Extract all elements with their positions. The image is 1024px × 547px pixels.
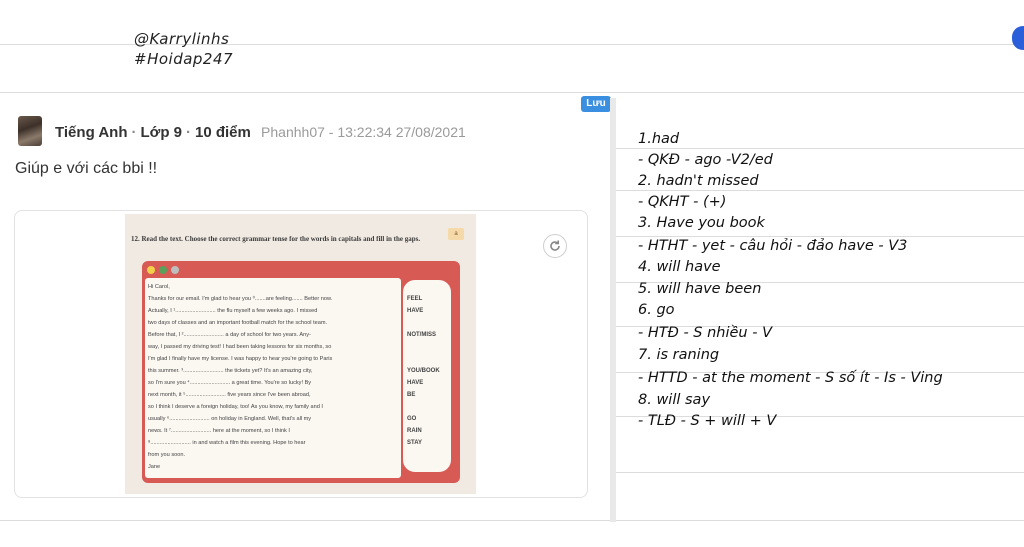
answer-line: - HTTD - at the moment - S số ít - Is - … [638, 370, 943, 386]
letter-line: news. It ⁷.......................... her… [148, 428, 290, 434]
cue-word: RAIN [407, 428, 422, 434]
answer-line: 1.had [638, 131, 680, 147]
cue-word: BE [407, 392, 416, 398]
answer-line: 3. Have you book [638, 215, 765, 231]
letter-line: so I think I deserve a foreign holiday, … [148, 404, 323, 410]
letter-line: this summer. ³..........................… [148, 368, 313, 374]
avatar[interactable] [18, 116, 42, 146]
answer-line: - QKHT - (+) [638, 194, 727, 210]
letter-line: next month, it ⁵........................… [148, 392, 311, 398]
ruled-line [616, 148, 1024, 149]
ruled-line [0, 92, 1024, 93]
rotate-image-icon[interactable] [543, 234, 567, 258]
subject-label[interactable]: Tiếng Anh [55, 124, 128, 141]
answer-line: 4. will have [638, 259, 721, 275]
post-meta: Tiếng Anh · Lớp 9 · 10 điểm Phanhh07 - 13:22… [55, 124, 466, 141]
window-dot [147, 266, 155, 274]
answer-line: - HTĐ - S nhiều - V [638, 325, 772, 341]
letter-line: Thanks for our email. I'm glad to hear y… [148, 296, 333, 302]
cue-word: FEEL [407, 296, 423, 302]
author-timestamp: Phanhh07 - 13:22:34 27/08/2021 [261, 124, 466, 140]
letter-line: two days of classes and an important foo… [148, 320, 328, 326]
column-divider [610, 98, 616, 522]
answer-line: 6. go [638, 302, 675, 318]
answer-line: 7. is raning [638, 347, 720, 363]
save-button[interactable]: Lưu [581, 96, 611, 112]
question-text: Giúp e với các bbi !! [15, 160, 158, 177]
attachment-image[interactable]: 12. Read the text. Choose the correct gr… [125, 214, 476, 494]
answer-line: - QKĐ - ago -V2/ed [638, 152, 773, 168]
ruled-line [0, 520, 1024, 521]
ruled-line [616, 190, 1024, 191]
cue-word: YOU/BOOK [407, 368, 440, 374]
points-label: 10 điểm [195, 124, 251, 141]
letter-line: usually ⁶.......................... on h… [148, 416, 312, 422]
letter-line: Actually, I ¹.......................... … [148, 308, 318, 314]
window-dot [171, 266, 179, 274]
letter-line: ⁸.......................... in and watch… [148, 440, 306, 446]
ruled-line [616, 472, 1024, 473]
answer-line: - HTHT - yet - câu hỏi - đảo have - V3 [638, 238, 908, 254]
letter-line: Jane [148, 464, 161, 470]
grade-label[interactable]: Lớp 9 [141, 124, 183, 141]
cue-word: NOT/MISS [407, 332, 437, 338]
signature-tag: #Hoidap247 [134, 50, 234, 68]
letter-line: Before that, I ²........................… [148, 332, 311, 338]
letter-line: Hi Carol, [148, 284, 170, 290]
letter-line: from you soon. [148, 452, 185, 458]
signature-handle: @Karrylinhs [134, 30, 230, 48]
exercise-badge: a [448, 228, 464, 240]
answer-line: - TLĐ - S + will + V [638, 413, 777, 429]
exercise-title: 12. Read the text. Choose the correct gr… [131, 235, 421, 243]
answer-line: 5. will have been [638, 281, 762, 297]
answer-line: 8. will say [638, 392, 711, 408]
cue-word: HAVE [407, 380, 424, 386]
side-panel-tab[interactable] [1012, 26, 1024, 50]
letter-line: way, I passed my driving test! I had bee… [148, 344, 332, 350]
cue-word: GO [407, 416, 417, 422]
answer-line: 2. hadn't missed [638, 173, 759, 189]
window-dot [159, 266, 167, 274]
letter-line: so I'm sure you ⁴.......................… [148, 380, 312, 386]
letter-line: I'm glad I finally have my license. I wa… [148, 356, 333, 362]
cue-word: HAVE [407, 308, 424, 314]
cue-word: STAY [407, 440, 423, 446]
ruled-line [616, 236, 1024, 237]
